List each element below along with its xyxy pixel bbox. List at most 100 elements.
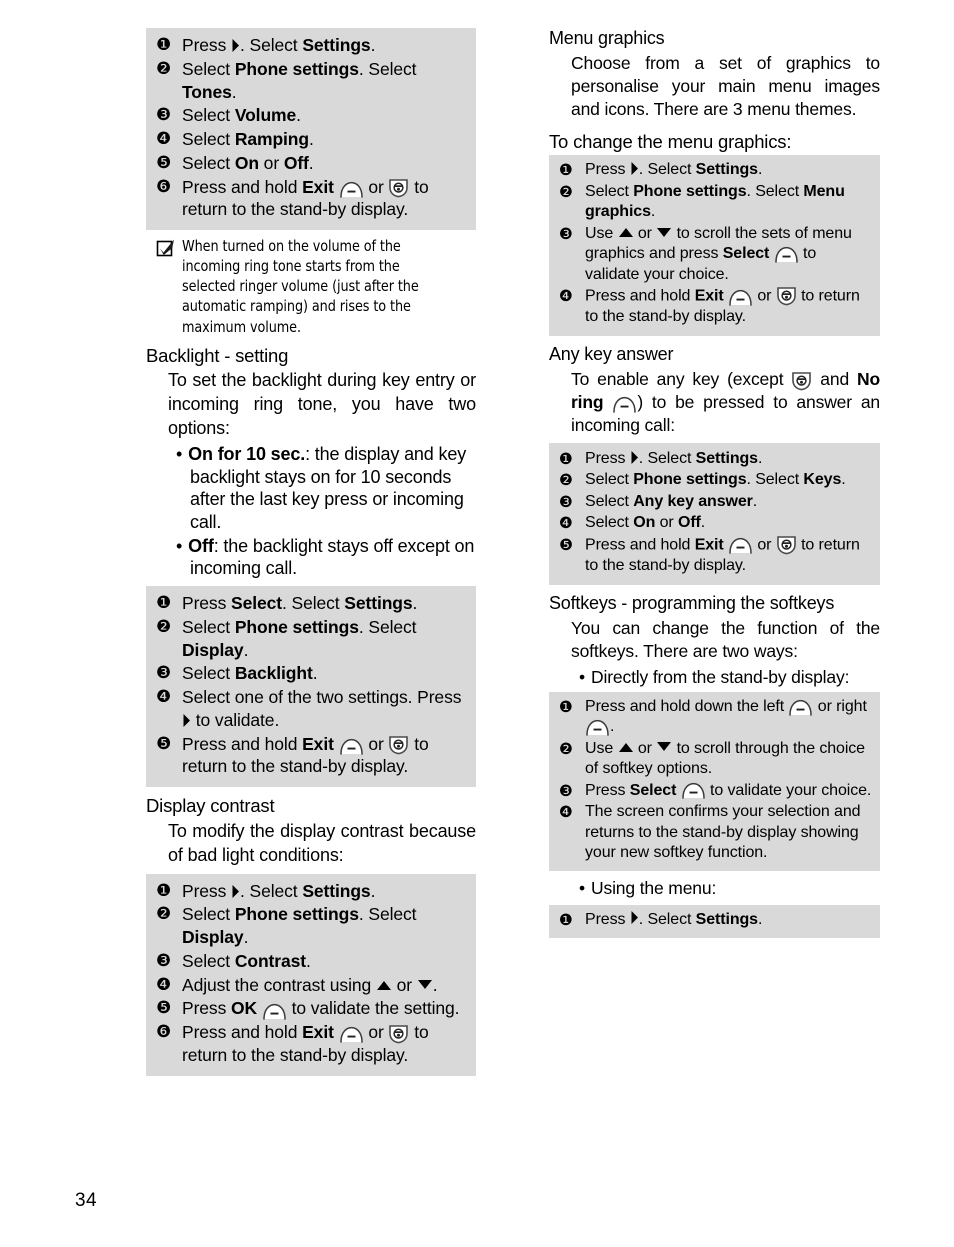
softkey-arc-icon xyxy=(262,1003,287,1020)
emphasis-text: OK xyxy=(231,998,258,1019)
ramping-note: When turned on the volume of the incomin… xyxy=(156,236,476,337)
step-number-icon: ❶ xyxy=(559,161,573,180)
step-number-icon: ❸ xyxy=(156,105,172,126)
step-text: Press and hold Exit or to return to the … xyxy=(182,1022,429,1065)
checkbox-check-icon xyxy=(156,236,182,262)
right-arrow-icon xyxy=(630,450,639,465)
step-text: Select Phone settings. Select Tones. xyxy=(182,58,417,102)
step-number-icon: ❹ xyxy=(559,803,573,822)
step-text: Select Any key answer. xyxy=(585,492,758,510)
step-text: Select On or Off. xyxy=(585,514,706,532)
page-number: 34 xyxy=(75,1190,97,1211)
emphasis-text: Tones xyxy=(182,81,232,102)
step-text: Adjust the contrast using or . xyxy=(182,974,438,995)
step-number-icon: ❶ xyxy=(156,880,172,901)
softkeys-menu-procedure-box: ❶ Press . Select Settings. xyxy=(549,904,880,938)
any-key-intro: To enable any key (except and No ring ) … xyxy=(571,368,880,436)
softkey-arc-icon xyxy=(339,181,364,198)
step-number-icon: ❶ xyxy=(156,35,172,55)
emphasis-text: Display xyxy=(182,639,244,660)
right-arrow-icon xyxy=(630,910,639,925)
step-number-icon: ❸ xyxy=(559,781,573,800)
step-number-icon: ❻ xyxy=(156,1022,172,1043)
emphasis-text: Phone settings xyxy=(234,616,359,637)
hangup-phone-icon xyxy=(388,735,409,755)
ramping-procedure-box: ❶ Press . Select Settings. ❷ Select Phone s… xyxy=(146,28,476,231)
softkey-arc-icon xyxy=(774,246,799,263)
softkey-arc-icon xyxy=(339,738,364,755)
step-text: Press . Select Settings. xyxy=(585,161,763,179)
procedure-step: ❷ Use or to scroll through the choice of … xyxy=(555,739,874,780)
step-text: Select Phone settings. Select Display. xyxy=(182,904,417,948)
right-column: Menu graphics Choose from a set of graph… xyxy=(549,28,880,938)
right-arrow-icon xyxy=(231,884,240,899)
step-number-icon: ❶ xyxy=(559,910,573,929)
emphasis-text: Select xyxy=(629,781,677,799)
emphasis-text: Exit xyxy=(694,536,724,554)
softkey-arc-icon xyxy=(612,396,637,414)
step-number-icon: ❶ xyxy=(559,697,573,716)
step-number-icon: ❸ xyxy=(156,663,172,684)
procedure-step: ❷ Select Phone settings. Select Tones. xyxy=(152,58,470,104)
step-number-icon: ❹ xyxy=(559,287,573,306)
procedure-step: ❶ Press Select. Select Settings. xyxy=(152,592,470,615)
emphasis-text: Exit xyxy=(694,287,724,305)
menu-graphics-intro: Choose from a set of graphics to persona… xyxy=(571,52,880,120)
emphasis-text: Ramping xyxy=(234,129,309,149)
emphasis-text: Exit xyxy=(302,176,334,197)
emphasis-text: Volume xyxy=(234,105,297,126)
hangup-phone-icon xyxy=(776,286,797,306)
procedure-step: ❶ Press . Select Settings. xyxy=(555,449,874,469)
contrast-heading: Display contrast xyxy=(146,795,275,817)
procedure-step: ❺ Select On or Off. xyxy=(152,152,470,175)
softkeys-bullet-menu-text: Using the menu: xyxy=(590,878,717,899)
step-number-icon: ❹ xyxy=(156,974,172,995)
softkey-arc-icon xyxy=(681,782,706,800)
menu-graphics-procedure-box: ❶ Press . Select Settings. ❷ Select Phone s… xyxy=(549,155,880,336)
step-text: Select On or Off. xyxy=(182,152,314,173)
emphasis-text: Phone settings xyxy=(234,58,359,79)
step-number-icon: ❹ xyxy=(156,687,172,708)
manual-page: ❶ Press . Select Settings. ❷ Select Phone s… xyxy=(0,0,954,1247)
step-text: Select Phone settings. Select Menu graph… xyxy=(585,182,845,221)
step-text: Press OK to validate the setting. xyxy=(182,998,460,1020)
procedure-step: ❹ Press and hold Exit or to return to the… xyxy=(555,286,874,328)
step-number-icon: ❺ xyxy=(156,152,172,173)
hangup-phone-icon xyxy=(388,178,409,198)
list-item: Using the menu: xyxy=(579,877,880,899)
step-number-icon: ❹ xyxy=(156,129,172,149)
softkeys-bullet-direct: Directly from the stand-by display: xyxy=(579,666,880,688)
step-text: Use or to scroll the sets of menu graphi… xyxy=(585,224,852,283)
ramping-note-text: When turned on the volume of the incomin… xyxy=(182,237,419,336)
menu-graphics-lead: To change the menu graphics: xyxy=(549,130,792,152)
procedure-step: ❺ Press and hold Exit or to return to the… xyxy=(555,535,874,577)
step-text: Press and hold Exit or to return to the … xyxy=(182,176,429,220)
procedure-step: ❻ Press and hold Exit or to return to the… xyxy=(152,176,470,222)
step-text: Press and hold down the left or right . xyxy=(585,697,867,736)
softkeys-heading: Softkeys - programming the softkeys xyxy=(549,593,835,614)
up-arrow-icon xyxy=(376,980,392,991)
step-text: Press Select to validate your choice. xyxy=(585,781,872,800)
down-arrow-icon xyxy=(656,227,672,238)
emphasis-text: Settings xyxy=(695,449,758,467)
softkey-arc-icon xyxy=(728,289,753,306)
procedure-step: ❸ Press Select to validate your choice. xyxy=(555,781,874,801)
procedure-step: ❹ The screen confirms your selection and … xyxy=(555,802,874,863)
list-item: On for 10 sec.: the display and key back… xyxy=(176,443,476,534)
procedure-step: ❺ Press OK to validate the setting. xyxy=(152,997,470,1020)
emphasis-text: Exit xyxy=(302,1022,334,1043)
step-number-icon: ❷ xyxy=(559,182,573,201)
hangup-phone-icon xyxy=(791,371,812,391)
emphasis-text: Select xyxy=(722,245,770,263)
procedure-step: ❶ Press and hold down the left or right . xyxy=(555,697,874,738)
step-text: Select Backlight. xyxy=(182,663,318,684)
list-item: Directly from the stand-by display: xyxy=(579,666,880,688)
step-number-icon: ❷ xyxy=(559,471,573,490)
procedure-step: ❶ Press . Select Settings. xyxy=(152,880,470,903)
step-number-icon: ❸ xyxy=(559,492,573,511)
emphasis-text: On xyxy=(633,514,656,532)
emphasis-text: Settings xyxy=(302,880,371,901)
menu-graphics-heading: Menu graphics xyxy=(549,28,665,48)
step-number-icon: ❶ xyxy=(156,593,172,614)
procedure-step: ❸ Select Any key answer. xyxy=(555,492,874,512)
